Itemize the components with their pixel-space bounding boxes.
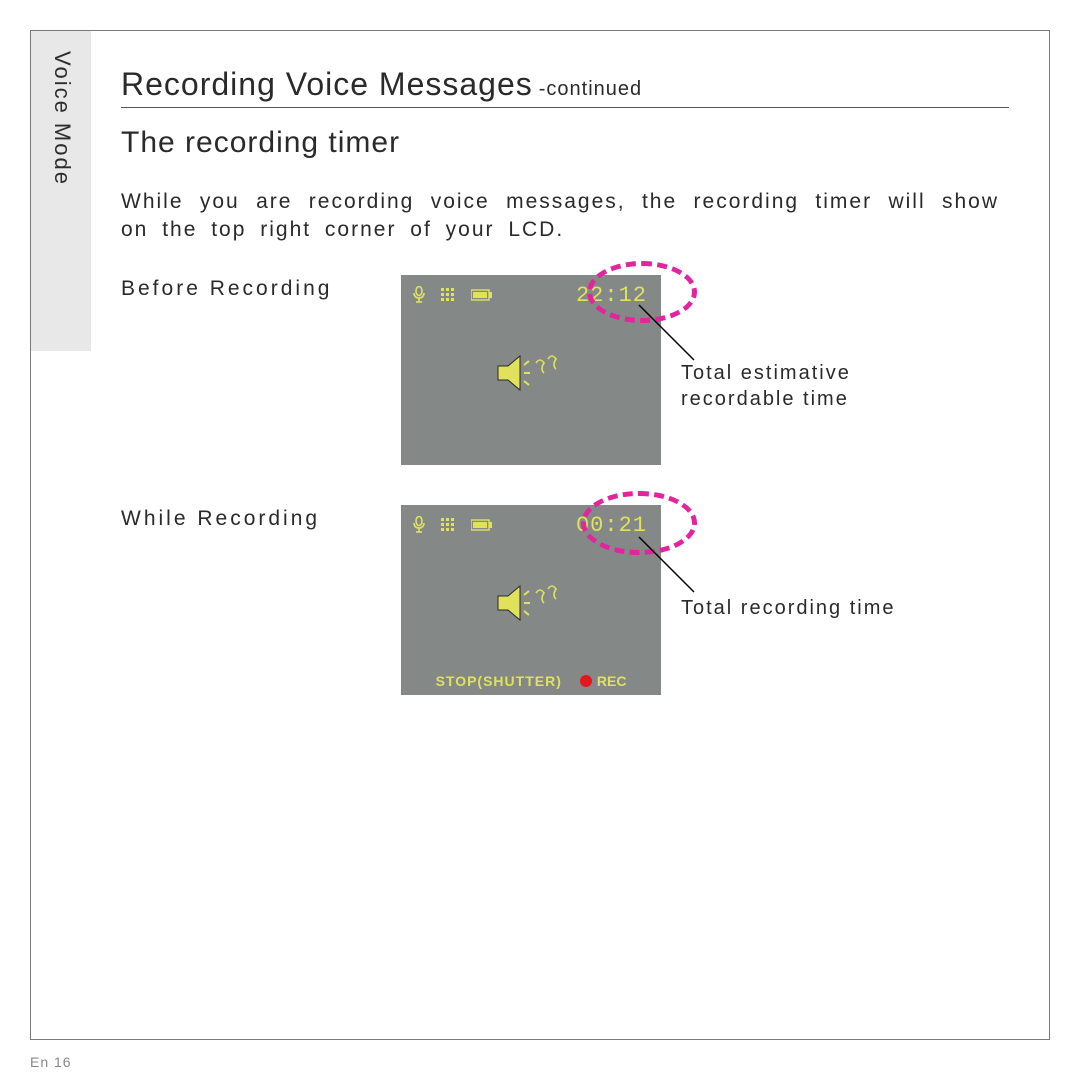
battery-icon	[471, 519, 493, 531]
side-tab-label: Voice Mode	[31, 31, 75, 186]
speaker-icon	[496, 353, 566, 393]
intro-paragraph: While you are recording voice messages, …	[121, 188, 1009, 245]
page-title: Recording Voice Messages -continued	[121, 66, 1009, 108]
figure-label-while: While Recording	[121, 507, 320, 531]
manual-page: Voice Mode Recording Voice Messages -con…	[0, 0, 1080, 1080]
stop-label: STOP(SHUTTER)	[436, 673, 562, 689]
page-title-continued: -continued	[539, 78, 642, 101]
figure-label-before: Before Recording	[121, 277, 332, 301]
lcd-screen-while: 00:21	[401, 505, 661, 695]
callout-text-before: Total estimative recordable time	[681, 360, 901, 412]
mic-icon	[411, 286, 427, 304]
lcd-status-bar: 22:12	[401, 275, 661, 308]
rec-dot-icon	[580, 675, 592, 687]
page-frame: Voice Mode Recording Voice Messages -con…	[30, 30, 1050, 1040]
figure-before-recording: Before Recording	[121, 275, 1009, 495]
content-area: Recording Voice Messages -continued The …	[31, 31, 1049, 735]
quality-grid-icon	[441, 518, 457, 532]
battery-icon	[471, 289, 493, 301]
lcd-screen-before: 22:12	[401, 275, 661, 465]
rec-label: REC	[597, 673, 627, 689]
section-heading: The recording timer	[121, 126, 1009, 160]
speaker-icon	[496, 583, 566, 623]
page-title-main: Recording Voice Messages	[121, 66, 533, 103]
rec-indicator: REC	[580, 673, 627, 689]
quality-grid-icon	[441, 288, 457, 302]
figure-while-recording: While Recording	[121, 505, 1009, 735]
mic-icon	[411, 516, 427, 534]
side-tab: Voice Mode	[31, 31, 91, 351]
callout-text-while: Total recording time	[681, 595, 941, 621]
lcd-status-bar-2: 00:21	[401, 505, 661, 538]
timer-value-while: 00:21	[576, 513, 651, 538]
page-number: En 16	[30, 1054, 72, 1070]
figures-area: Before Recording	[121, 275, 1009, 735]
lcd-bottom-bar: STOP(SHUTTER) REC	[401, 673, 661, 689]
